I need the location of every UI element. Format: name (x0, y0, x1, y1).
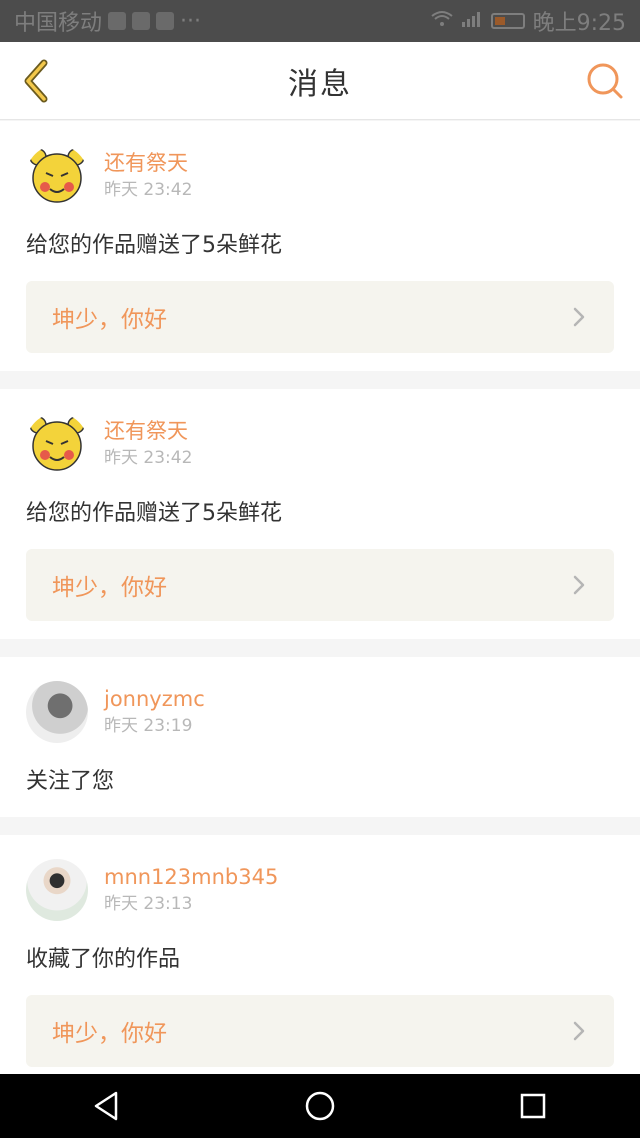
bear-avatar-icon (29, 148, 85, 203)
app-icon (132, 12, 151, 30)
work-quote-text: 坤少，你好 (52, 575, 167, 601)
battery-icon (490, 13, 525, 29)
search-icon (587, 63, 623, 99)
status-bar: 中国移动 ··· 晚上9:25 (0, 0, 640, 42)
notification-card: mnn123mnb345 昨天 23:13 收藏了你的作品 坤少，你好 (0, 835, 640, 1085)
work-quote-text: 坤少，你好 (52, 1021, 167, 1047)
message-icon (156, 12, 175, 30)
more-icon: ··· (180, 8, 201, 34)
notification-card: jonnyzmc 昨天 23:19 关注了您 (0, 657, 640, 817)
square-recent-icon (521, 1093, 546, 1119)
carrier-label: 中国移动 (14, 11, 103, 36)
notification-feed: 还有祭天 昨天 23:42 给您的作品赠送了5朵鲜花 坤少，你好 还有祭天 昨天… (0, 121, 640, 1103)
notification-message: 关注了您 (26, 769, 115, 794)
user-avatar[interactable] (26, 681, 88, 743)
work-quote-text: 坤少，你好 (52, 307, 167, 333)
timestamp: 昨天 23:42 (104, 448, 193, 468)
user-avatar[interactable] (26, 859, 88, 921)
username-link[interactable]: 还有祭天 (104, 417, 192, 445)
notification-icon (108, 12, 127, 30)
notification-message: 给您的作品赠送了5朵鲜花 (26, 233, 282, 258)
circle-home-icon (305, 1091, 335, 1121)
chevron-left-icon (24, 59, 48, 103)
bear-avatar-icon (29, 416, 85, 471)
back-button[interactable] (18, 59, 58, 103)
timestamp: 昨天 23:13 (104, 894, 193, 914)
work-quote-button[interactable]: 坤少，你好 (26, 995, 614, 1067)
user-avatar[interactable] (26, 145, 88, 207)
username-link[interactable]: mnn123mnb345 (104, 863, 278, 891)
work-quote-button[interactable]: 坤少，你好 (26, 281, 614, 353)
timestamp: 昨天 23:19 (104, 716, 193, 736)
system-nav-bar (0, 1074, 640, 1138)
search-button[interactable] (586, 62, 624, 100)
notification-message: 收藏了你的作品 (26, 947, 181, 972)
work-quote-button[interactable]: 坤少，你好 (26, 549, 614, 621)
user-avatar[interactable] (26, 413, 88, 475)
username-link[interactable]: 还有祭天 (104, 149, 192, 177)
timestamp: 昨天 23:42 (104, 180, 193, 200)
system-recent-button[interactable] (509, 1082, 557, 1130)
system-back-button[interactable] (83, 1082, 131, 1130)
signal-icon (461, 9, 483, 34)
chevron-right-icon (573, 575, 585, 595)
wifi-icon (430, 9, 453, 34)
notification-message: 给您的作品赠送了5朵鲜花 (26, 501, 282, 526)
page-title: 消息 (288, 66, 352, 102)
top-nav-bar: 消息 (0, 42, 640, 120)
notification-card: 还有祭天 昨天 23:42 给您的作品赠送了5朵鲜花 坤少，你好 (0, 389, 640, 639)
chevron-right-icon (573, 1021, 585, 1041)
notification-card: 还有祭天 昨天 23:42 给您的作品赠送了5朵鲜花 坤少，你好 (0, 121, 640, 371)
system-home-button[interactable] (296, 1082, 344, 1130)
triangle-back-icon (94, 1091, 117, 1121)
chevron-right-icon (573, 307, 585, 327)
username-link[interactable]: jonnyzmc (104, 685, 205, 713)
clock-label: 晚上9:25 (532, 11, 626, 36)
